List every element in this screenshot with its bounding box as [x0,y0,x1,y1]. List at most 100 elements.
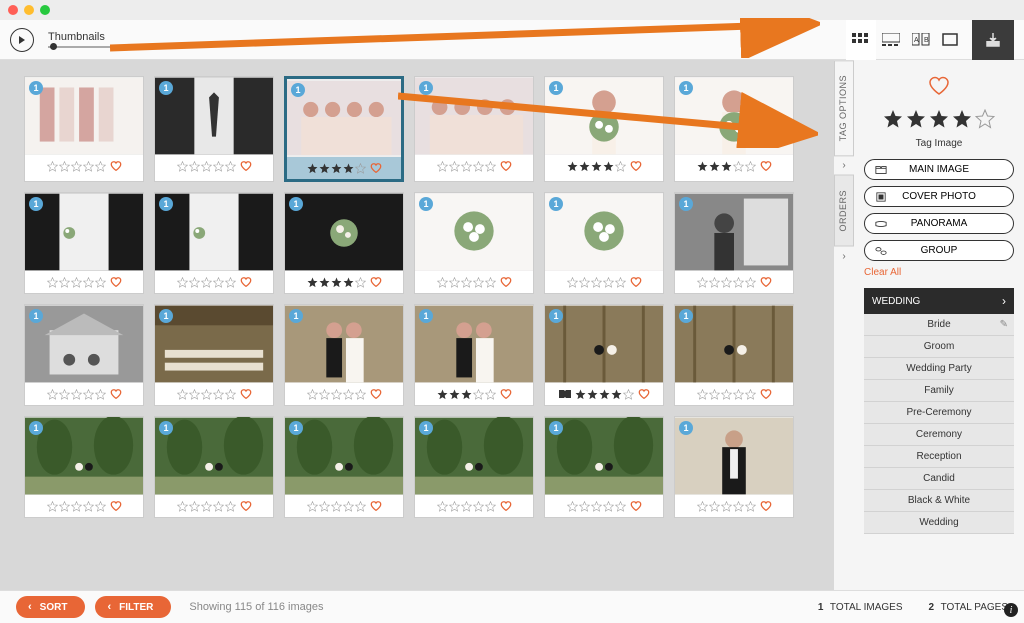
count-badge: 1 [159,197,173,211]
thumbnail-card[interactable]: 1 [544,416,664,518]
category-item[interactable]: Family [864,380,1014,402]
thumbnail-card[interactable]: 1 [154,416,274,518]
category-item[interactable]: Groom [864,336,1014,358]
heart-icon[interactable] [240,500,252,512]
heart-icon[interactable] [630,160,642,172]
thumbnail-size-slider[interactable] [48,46,128,48]
heart-icon[interactable] [110,500,122,512]
svg-text:B: B [924,37,929,44]
thumbnail-card[interactable]: 1 [284,304,404,406]
heart-icon[interactable] [630,500,642,512]
heart-icon[interactable] [110,160,122,172]
thumbnail-card[interactable]: 1 [414,304,534,406]
heart-icon[interactable] [638,388,650,400]
thumbnail-card[interactable]: 1 [414,416,534,518]
count-badge: 1 [549,81,563,95]
thumbnail-card[interactable]: 1 [154,76,274,182]
thumbnail-card[interactable]: 1 [544,304,664,406]
heart-icon[interactable] [370,162,382,174]
category-item[interactable]: Wedding [864,512,1014,534]
count-badge: 1 [289,421,303,435]
thumbnail-card[interactable]: 1 [24,192,144,294]
thumbnail-card[interactable]: 1 [544,192,664,294]
thumbnail-card[interactable]: 1 [24,304,144,406]
category-item[interactable]: Wedding Party [864,358,1014,380]
count-badge: 1 [679,81,693,95]
thumbnail-card[interactable]: 1 [544,76,664,182]
window-zoom[interactable] [40,5,50,15]
heart-icon[interactable] [500,500,512,512]
favorite-heart-icon[interactable] [864,76,1014,99]
play-button[interactable] [10,28,34,52]
heart-icon[interactable] [370,388,382,400]
thumbnail-card[interactable]: 1 [674,192,794,294]
window-minimize[interactable] [24,5,34,15]
tag-main-image-button[interactable]: MAIN IMAGE [864,159,1014,180]
pencil-icon[interactable]: ✎ [1000,319,1008,330]
window-close[interactable] [8,5,18,15]
category-header[interactable]: WEDDING› [864,288,1014,314]
heart-icon[interactable] [110,276,122,288]
count-badge: 1 [159,81,173,95]
heart-icon[interactable] [760,388,772,400]
heart-icon[interactable] [240,160,252,172]
rating-stars[interactable] [864,109,1014,132]
heart-icon[interactable] [630,276,642,288]
total-images-stat: 1TOTAL IMAGES [818,602,903,613]
clear-all-link[interactable]: Clear All [864,267,1014,278]
tag-cover-photo-button[interactable]: COVER PHOTO [864,186,1014,207]
count-badge: 1 [419,197,433,211]
count-badge: 1 [159,421,173,435]
heart-icon[interactable] [240,388,252,400]
heart-icon[interactable] [760,276,772,288]
heart-icon[interactable] [240,276,252,288]
svg-text:A: A [914,37,919,44]
thumbnail-card[interactable]: 1 [674,304,794,406]
tab-orders-chevron[interactable]: › [834,247,854,266]
thumbnail-card[interactable]: 1 [154,304,274,406]
category-item[interactable]: Bride✎ [864,314,1014,336]
heart-icon[interactable] [500,388,512,400]
view-filmstrip-icon[interactable] [876,20,906,60]
thumbnail-card[interactable]: 1 [414,76,534,182]
count-badge: 1 [289,197,303,211]
thumbnail-card[interactable]: 1 [24,416,144,518]
thumbnail-card[interactable]: 1 [154,192,274,294]
heart-icon[interactable] [370,500,382,512]
count-badge: 1 [159,309,173,323]
view-single-icon[interactable] [936,20,966,60]
category-item[interactable]: Ceremony [864,424,1014,446]
thumbnail-card[interactable]: 1 [284,416,404,518]
category-item[interactable]: Pre-Ceremony [864,402,1014,424]
thumbnail-card[interactable]: 1 [414,192,534,294]
view-compare-icon[interactable]: AB [906,20,936,60]
heart-icon[interactable] [370,276,382,288]
filter-button[interactable]: ‹FILTER [95,596,171,618]
tab-tag-options[interactable]: TAG OPTIONS [834,60,854,156]
heart-icon[interactable] [500,160,512,172]
tab-orders[interactable]: ORDERS [834,175,854,247]
count-badge: 1 [679,309,693,323]
thumbnail-card[interactable]: 1 [24,76,144,182]
category-item[interactable]: Candid [864,468,1014,490]
heart-icon[interactable] [500,276,512,288]
sort-button[interactable]: ‹SORT [16,596,85,618]
count-badge: 1 [549,421,563,435]
tab-tag-chevron[interactable]: › [834,156,854,175]
heart-icon[interactable] [760,160,772,172]
heart-icon[interactable] [110,388,122,400]
category-item[interactable]: Reception [864,446,1014,468]
thumbnail-card[interactable]: 1 [674,76,794,182]
tag-group-button[interactable]: GROUP [864,240,1014,261]
count-badge: 1 [549,309,563,323]
thumbnail-card[interactable]: 1 [284,192,404,294]
view-grid-icon[interactable] [846,20,876,60]
download-button[interactable] [972,20,1014,60]
thumbnail-card[interactable]: 1 [284,76,404,182]
tag-panorama-button[interactable]: PANORAMA [864,213,1014,234]
count-badge: 1 [419,421,433,435]
count-badge: 1 [679,421,693,435]
thumbnail-card[interactable]: 1 [674,416,794,518]
category-item[interactable]: Black & White [864,490,1014,512]
heart-icon[interactable] [760,500,772,512]
